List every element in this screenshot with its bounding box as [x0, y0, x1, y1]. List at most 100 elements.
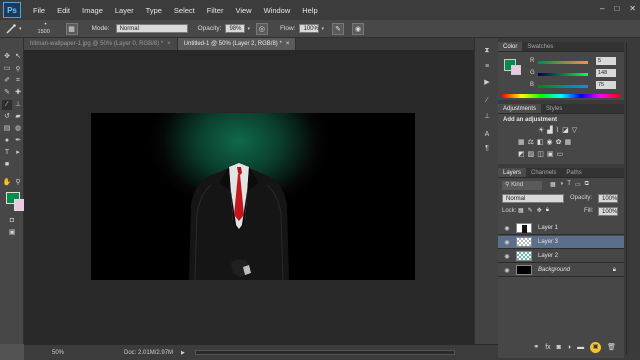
right-panel-scrollbar[interactable]: [626, 42, 636, 354]
fill-input[interactable]: 100%: [598, 207, 618, 216]
gradient-tool-icon[interactable]: ▤: [2, 124, 12, 134]
filter-type-icon[interactable]: T: [567, 181, 571, 188]
channel-mixer-icon[interactable]: ✿: [556, 138, 562, 146]
tab-adjustments[interactable]: Adjustments: [498, 104, 542, 113]
new-group-icon[interactable]: ▬: [577, 344, 584, 351]
path-select-tool-icon[interactable]: ▸: [13, 148, 23, 158]
b-slider[interactable]: [538, 85, 588, 88]
layer-name[interactable]: Layer 3: [538, 239, 558, 245]
lasso-tool-icon[interactable]: ϙ: [13, 64, 23, 74]
blur-tool-icon[interactable]: ◍: [13, 124, 23, 134]
tab-layers[interactable]: Layers: [498, 168, 527, 177]
layer-name[interactable]: Background: [538, 267, 570, 273]
horizontal-scrollbar[interactable]: [194, 350, 455, 355]
type-tool-icon[interactable]: T: [2, 148, 12, 158]
color-spectrum-bar[interactable]: [502, 94, 620, 98]
mode-select[interactable]: Normal: [115, 24, 188, 33]
menu-window[interactable]: Window: [264, 6, 291, 15]
posterize-icon[interactable]: ▨: [528, 150, 535, 158]
layer-name[interactable]: Layer 2: [538, 253, 558, 259]
layer-name[interactable]: Layer 1: [538, 225, 558, 231]
gradient-map-icon[interactable]: ▭: [557, 150, 564, 158]
clone-source-icon[interactable]: ⊥: [482, 112, 492, 122]
color-balance-icon[interactable]: ⚖: [528, 138, 534, 146]
lock-paint-icon[interactable]: ✎: [528, 207, 533, 214]
brush-panel-icon[interactable]: ∕: [482, 96, 492, 106]
tab-paths[interactable]: Paths: [561, 168, 586, 177]
minimize-button[interactable]: –: [600, 4, 604, 13]
r-value[interactable]: 5: [596, 57, 616, 65]
status-arrow-icon[interactable]: ▶: [181, 350, 185, 356]
properties-panel-icon[interactable]: ≡: [482, 62, 492, 72]
marquee-tool-icon[interactable]: ▭: [2, 64, 12, 74]
flow-input[interactable]: 100%: [299, 24, 320, 33]
g-value[interactable]: 148: [596, 69, 616, 77]
color-bg-swatch[interactable]: [511, 65, 521, 75]
airbrush-icon[interactable]: ✎: [332, 22, 344, 35]
tab-hitman-wallpaper[interactable]: hitman-wallpaper-1.jpg @ 50% (Layer 0, R…: [24, 38, 178, 50]
filter-pixel-icon[interactable]: ▦: [550, 181, 556, 188]
visibility-eye-icon[interactable]: ◉: [502, 253, 512, 260]
layer-row-background[interactable]: ◉ Background 🔒︎: [498, 264, 624, 277]
brightness-icon[interactable]: ☀: [538, 126, 544, 134]
layer-kind-filter[interactable]: ⚲ Kind: [502, 181, 542, 190]
layer-row-layer-3[interactable]: ◉ Layer 3: [498, 236, 624, 249]
hand-tool-icon[interactable]: ✋: [2, 178, 12, 188]
layer-row-layer-2[interactable]: ◉ Layer 2: [498, 250, 624, 263]
paragraph-panel-icon[interactable]: ¶: [482, 144, 492, 154]
close-window-button[interactable]: ✕: [629, 4, 636, 13]
visibility-eye-icon[interactable]: ◉: [502, 267, 512, 274]
visibility-eye-icon[interactable]: ◉: [502, 225, 512, 232]
curves-icon[interactable]: ⌇: [556, 126, 559, 134]
pressure-size-icon[interactable]: ◉: [352, 22, 364, 35]
delete-layer-icon[interactable]: 🗑︎: [607, 343, 616, 351]
tab-close-icon[interactable]: ×: [167, 41, 171, 47]
hue-saturation-icon[interactable]: ▦: [518, 138, 525, 146]
black-white-icon[interactable]: ◧: [537, 138, 544, 146]
filter-smart-icon[interactable]: ⧉: [585, 181, 589, 188]
opacity-dropdown-icon[interactable]: ▾: [247, 26, 250, 32]
menu-image[interactable]: Image: [82, 6, 103, 15]
pen-tool-icon[interactable]: ✒: [13, 136, 23, 146]
menu-layer[interactable]: Layer: [115, 6, 134, 15]
lock-transparent-icon[interactable]: ▦: [518, 207, 524, 214]
link-layers-icon[interactable]: ⚭: [533, 343, 539, 351]
quick-select-tool-icon[interactable]: ✐: [2, 76, 12, 86]
menu-select[interactable]: Select: [174, 6, 195, 15]
zoom-tool-icon[interactable]: ⚲: [13, 178, 23, 188]
tab-close-icon[interactable]: ×: [286, 41, 290, 47]
lock-position-icon[interactable]: ✥: [537, 207, 542, 214]
maximize-button[interactable]: □: [614, 4, 619, 13]
color-lookup-icon[interactable]: ▦: [565, 138, 572, 146]
brush-picker-dropdown-icon[interactable]: ▾: [19, 26, 22, 32]
quick-mask-icon[interactable]: ◘: [7, 216, 17, 226]
exposure-icon[interactable]: ◪: [562, 126, 569, 134]
blend-mode-select[interactable]: Normal: [502, 194, 564, 203]
layer-row-layer-1[interactable]: ◉ Layer 1: [498, 222, 624, 235]
selective-color-icon[interactable]: ▣: [547, 150, 554, 158]
photo-filter-icon[interactable]: ◉: [547, 138, 553, 146]
brush-tool-icon[interactable]: ∕: [2, 100, 12, 110]
crop-tool-icon[interactable]: ⌗: [13, 76, 23, 86]
tab-untitled-1[interactable]: Untitled-1 @ 50% (Layer 2, RGB/8) * ×: [177, 38, 297, 50]
eyedropper-tool-icon[interactable]: ✎: [2, 88, 12, 98]
tab-color[interactable]: Color: [498, 42, 523, 51]
r-slider[interactable]: [538, 61, 588, 64]
zoom-level[interactable]: 50%: [52, 350, 64, 356]
history-panel-icon[interactable]: ⧗: [482, 46, 492, 56]
artboard-tool-icon[interactable]: ↖: [13, 52, 23, 62]
b-value[interactable]: 75: [596, 81, 616, 89]
document-canvas[interactable]: [91, 113, 415, 280]
toggle-brush-panel-icon[interactable]: ▦: [65, 22, 78, 35]
canvas-area[interactable]: [24, 50, 498, 344]
add-mask-icon[interactable]: ◙: [557, 344, 561, 351]
menu-edit[interactable]: Edit: [57, 6, 70, 15]
tab-channels[interactable]: Channels: [526, 168, 561, 177]
opacity-input[interactable]: 98%: [225, 24, 246, 33]
stamp-tool-icon[interactable]: ⊥: [13, 100, 23, 110]
new-layer-icon[interactable]: ▣: [590, 341, 602, 353]
g-slider[interactable]: [538, 73, 588, 76]
tab-styles[interactable]: Styles: [541, 104, 567, 113]
layer-style-icon[interactable]: fx: [545, 344, 550, 351]
move-tool-icon[interactable]: ✥: [2, 52, 12, 62]
